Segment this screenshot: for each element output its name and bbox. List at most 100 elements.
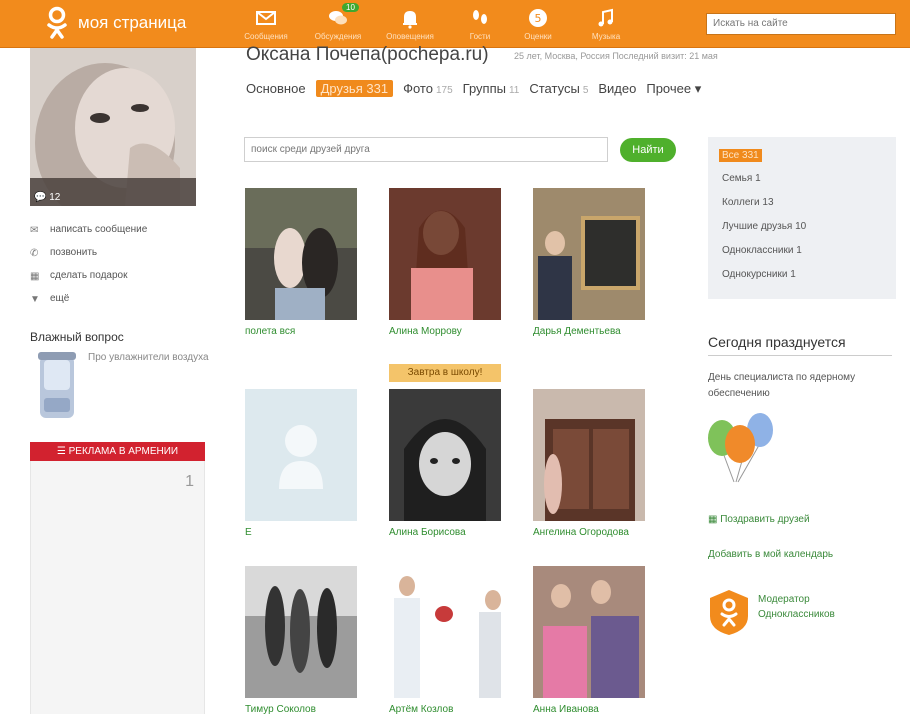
filter-classmates[interactable]: Одноклассники 1 [722, 245, 802, 256]
friend-name[interactable]: полета вся [245, 326, 357, 337]
nav-label: Оценки [524, 32, 552, 41]
friend-card[interactable]: Анна Иванова [533, 566, 645, 714]
chevron-down-icon: ▼ [30, 293, 40, 305]
friend-card[interactable]: Тимур Соколов [245, 566, 357, 714]
filter-label: Семья [722, 173, 753, 184]
tab-main[interactable]: Основное [246, 81, 306, 96]
ad-number: 1 [185, 473, 194, 490]
tab-count: 175 [435, 85, 453, 96]
tab-friends[interactable]: Друзья 331 [315, 80, 394, 97]
svg-text:5: 5 [535, 12, 542, 25]
friend-card[interactable]: Алина Моррову [389, 188, 501, 337]
nav-music[interactable]: Музыка [578, 4, 634, 46]
find-button[interactable]: Найти [620, 138, 676, 162]
friend-card[interactable]: Артём Козлов [389, 566, 501, 714]
friend-name[interactable]: Ангелина Огородова [533, 527, 645, 538]
ad-header: ☰ РЕКЛАМА В АРМЕНИИ [30, 442, 205, 461]
humidifier-image[interactable] [34, 350, 80, 424]
filter-colleagues[interactable]: Коллеги 13 [722, 197, 774, 208]
friend-photo[interactable] [533, 389, 645, 521]
friend-name[interactable]: Алина Борисова [389, 527, 501, 538]
ad-question-title[interactable]: Влажный вопрос [30, 330, 124, 344]
action-label: ещё [50, 293, 70, 304]
more-link[interactable]: ▼ ещё [30, 287, 210, 310]
friend-card[interactable]: Ангелина Огородова [533, 389, 645, 538]
holiday-title: Сегодня празднуется [708, 334, 846, 350]
friend-photo[interactable] [245, 389, 357, 521]
holiday-text[interactable]: День специалиста по ядерному обеспечению [708, 370, 878, 402]
photo-count-value: 12 [49, 192, 61, 203]
friend-photo[interactable] [533, 188, 645, 320]
profile-photo[interactable] [30, 48, 196, 206]
congratulate-friends-link[interactable]: ▦ Поздравить друзей [708, 514, 810, 525]
gift-link-label: Поздравить друзей [720, 514, 810, 525]
filter-all[interactable]: Все 331 [719, 149, 762, 162]
footprints-icon [473, 10, 487, 24]
filter-label: Лучшие друзья [722, 221, 793, 232]
add-to-calendar-link[interactable]: Добавить в мой календарь [708, 549, 833, 560]
nav-notifications[interactable]: Оповещения [382, 4, 438, 46]
tab-count: 5 [582, 85, 589, 96]
tab-groups[interactable]: Группы 11 [463, 81, 520, 96]
moderator-logo-icon[interactable] [708, 588, 750, 636]
call-link[interactable]: ✆ позвонить [30, 241, 210, 264]
phone-icon: ✆ [30, 247, 39, 259]
friend-name[interactable]: Дарья Дементьева [533, 326, 645, 337]
ratings-icon: 5 [529, 9, 547, 27]
default-avatar-icon [245, 389, 357, 521]
tab-label: Основное [246, 81, 306, 96]
tab-video[interactable]: Видео [598, 81, 636, 96]
ad-question-text[interactable]: Про увлажнители воздуха [88, 352, 209, 363]
ad-box[interactable]: 1 [30, 461, 205, 714]
filter-coursemates[interactable]: Однокурсники 1 [722, 269, 796, 280]
friend-name[interactable]: Алина Моррову [389, 326, 501, 337]
friend-photo[interactable] [245, 566, 357, 698]
filter-count: 1 [755, 173, 761, 184]
tab-label: Группы [462, 81, 506, 96]
friend-photo[interactable] [245, 188, 357, 320]
tab-count: 11 [508, 85, 520, 96]
envelope-icon [256, 11, 276, 25]
my-page-link[interactable]: моя страница [78, 13, 186, 33]
tab-statuses[interactable]: Статусы 5 [529, 81, 588, 96]
tab-label: Статусы [529, 81, 580, 96]
filter-best-friends[interactable]: Лучшие друзья 10 [722, 221, 806, 232]
profile-meta: 25 лет, Москва, Россия Последний визит: … [514, 51, 718, 61]
friend-name[interactable]: Е [245, 527, 357, 538]
back-to-school-tag: Завтра в школу! [389, 364, 501, 382]
make-gift-link[interactable]: ▦ сделать подарок [30, 264, 210, 287]
filter-family[interactable]: Семья 1 [722, 173, 761, 184]
friend-card[interactable]: полета вся [245, 188, 357, 337]
friend-card[interactable]: Алина Борисова [389, 389, 501, 538]
nav-discussions[interactable]: 10 Обсуждения [310, 3, 366, 46]
filter-label: Однокурсники [722, 269, 788, 280]
music-icon [598, 8, 613, 27]
friend-name[interactable]: Тимур Соколов [245, 704, 357, 714]
friend-card[interactable]: Е [245, 389, 357, 538]
nav-messages[interactable]: Сообщения [238, 4, 294, 46]
photo-count[interactable]: 💬 12 [34, 192, 60, 203]
filter-label: Коллеги [722, 197, 760, 208]
friend-photo[interactable] [389, 389, 501, 521]
friend-photo[interactable] [389, 566, 501, 698]
odnoklassniki-logo-icon[interactable] [44, 6, 70, 40]
friend-name[interactable]: Анна Иванова [533, 704, 645, 714]
balloons-icon[interactable] [704, 410, 776, 484]
friend-photo[interactable] [533, 566, 645, 698]
bell-icon [403, 11, 417, 29]
friend-photo[interactable] [389, 188, 501, 320]
site-search-input[interactable]: Искать на сайте [706, 13, 896, 35]
nav-label: Музыка [591, 32, 621, 41]
friend-name[interactable]: Артём Козлов [389, 704, 501, 714]
nav-guests[interactable]: Гости [452, 4, 508, 46]
tab-more[interactable]: Прочее ▾ [646, 81, 701, 97]
friend-card[interactable]: Дарья Дементьева [533, 188, 645, 337]
nav-ratings[interactable]: 5 Оценки [510, 4, 566, 46]
discussions-badge: 10 [342, 3, 359, 12]
write-message-link[interactable]: ✉ написать сообщение [30, 218, 210, 241]
tab-label: Видео [598, 81, 637, 96]
profile-name: Оксана Почепа(pochepa.ru) [246, 44, 489, 65]
tab-photos[interactable]: Фото 175 [403, 81, 453, 96]
friend-search-input[interactable]: поиск среди друзей друга [244, 137, 608, 162]
moderator-link[interactable]: Модератор Одноклассников [758, 592, 858, 622]
